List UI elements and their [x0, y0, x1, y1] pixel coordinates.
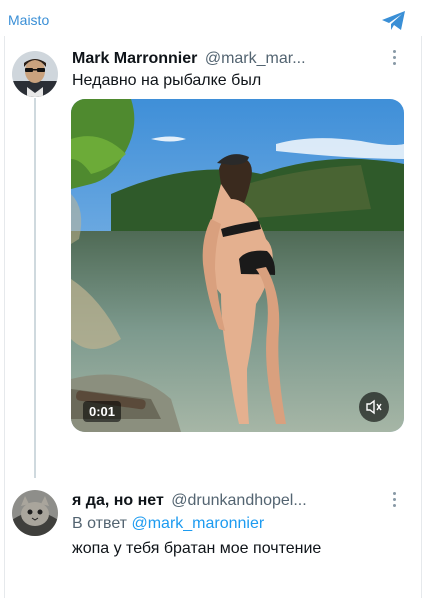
display-name[interactable]: я да, но нет — [72, 492, 164, 509]
thread-line — [34, 98, 36, 478]
reply-to-link[interactable]: @mark_maronnier — [131, 515, 264, 532]
more-options-icon[interactable] — [391, 492, 397, 510]
channel-name[interactable]: Maisto — [8, 12, 49, 28]
in-reply-prefix: В ответ — [72, 515, 128, 532]
more-options-icon[interactable] — [391, 50, 397, 68]
mute-button[interactable] — [359, 392, 389, 422]
display-name[interactable]: Mark Marronnier — [72, 50, 197, 67]
speaker-muted-icon — [366, 399, 382, 415]
video-thumbnail — [71, 99, 404, 432]
video-player[interactable]: 0:01 — [71, 99, 404, 432]
in-reply-to: В ответ @mark_maronnier — [72, 515, 264, 533]
tweet-text: Недавно на рыбалке был — [72, 72, 262, 89]
user-handle[interactable]: @mark_mar... — [205, 50, 306, 67]
telegram-icon[interactable] — [381, 10, 407, 32]
channel-header: Maisto — [0, 0, 425, 38]
reply-author: я да, но нет @drunkandhopel... — [72, 492, 392, 510]
avatar[interactable] — [12, 51, 58, 97]
avatar[interactable] — [12, 490, 58, 536]
reply-text: жопа у тебя братан мое почтение — [72, 540, 322, 557]
user-handle[interactable]: @drunkandhopel... — [171, 492, 306, 509]
video-timestamp: 0:01 — [83, 401, 122, 422]
tweet-author: Mark Marronnier @mark_mar... — [72, 50, 392, 68]
